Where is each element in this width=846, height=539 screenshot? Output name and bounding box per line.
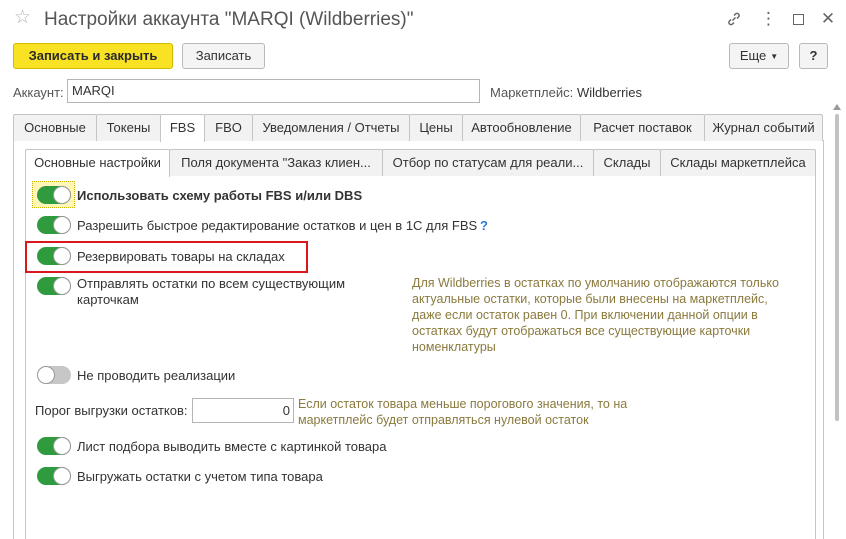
account-input[interactable]: MARQI <box>67 79 480 103</box>
subtab-order-fields[interactable]: Поля документа "Заказ клиен... <box>169 149 383 176</box>
no-sales-label: Не проводить реализации <box>77 368 236 383</box>
stock-by-type-label: Выгружать остатки с учетом типа товара <box>77 469 323 484</box>
tab-fbo[interactable]: FBO <box>204 114 253 141</box>
note-line: Для Wildberries в остатках по умолчанию … <box>412 276 779 290</box>
note-line: номенклатуры <box>412 340 496 354</box>
tab-fbs[interactable]: FBS <box>160 114 205 142</box>
star-icon[interactable]: ☆ <box>14 8 31 27</box>
send-all-note: Для Wildberries в остатках по умолчанию … <box>412 275 779 355</box>
tab-main[interactable]: Основные <box>13 114 97 141</box>
account-label: Аккаунт: <box>13 85 64 100</box>
close-icon[interactable]: ✕ <box>818 9 838 29</box>
tab-supply-calc[interactable]: Расчет поставок <box>580 114 705 141</box>
save-button[interactable]: Записать <box>182 43 265 69</box>
send-all-label-cont: карточкам <box>77 292 139 307</box>
tab-notifications[interactable]: Уведомления / Отчеты <box>252 114 410 141</box>
threshold-label: Порог выгрузки остатков: <box>35 403 188 418</box>
marketplace-value: Wildberries <box>577 85 643 100</box>
pick-list-image-toggle[interactable] <box>37 437 71 455</box>
note-line: даже если остаток равен 0. При включении… <box>412 308 758 322</box>
subtab-main-settings[interactable]: Основные настройки <box>25 149 170 177</box>
tab-event-log[interactable]: Журнал событий <box>704 114 823 141</box>
link-icon[interactable] <box>724 9 744 29</box>
pick-list-image-label: Лист подбора выводить вместе с картинкой… <box>77 439 387 454</box>
stock-by-type-toggle[interactable] <box>37 467 71 485</box>
subtab-warehouses[interactable]: Склады <box>593 149 661 176</box>
tab-autoupdate[interactable]: Автообновление <box>462 114 581 141</box>
note-line: остатках будут отображаться все существу… <box>412 324 751 338</box>
quick-edit-label: Разрешить быстрое редактирование остатко… <box>77 218 478 233</box>
use-fbs-toggle[interactable] <box>37 186 71 204</box>
send-all-label: Отправлять остатки по всем существующим <box>77 276 346 291</box>
help-link[interactable]: ? <box>480 218 488 233</box>
help-button[interactable]: ? <box>799 43 828 69</box>
save-and-close-button[interactable]: Записать и закрыть <box>13 43 173 69</box>
tab-tokens[interactable]: Токены <box>96 114 161 141</box>
no-sales-toggle[interactable] <box>37 366 71 384</box>
reserve-toggle[interactable] <box>37 247 71 265</box>
reserve-label: Резервировать товары на складах <box>77 249 285 264</box>
note-line: маркетплейс будет отправляться нулевой о… <box>298 413 589 427</box>
window-title: Настройки аккаунта "MARQI (Wildberries)" <box>44 9 414 30</box>
more-icon[interactable]: ⋮ <box>758 9 778 29</box>
quick-edit-toggle[interactable] <box>37 216 71 234</box>
subtab-marketplace-warehouses[interactable]: Склады маркетплейса <box>660 149 816 176</box>
use-fbs-label: Использовать схему работы FBS и/или DBS <box>77 188 363 203</box>
marketplace-label: Маркетплейс: <box>490 85 574 100</box>
note-line: актуальные остатки, которые были внесены… <box>412 292 768 306</box>
more-button-label: Еще <box>739 48 767 63</box>
threshold-note: Если остаток товара меньше порогового зн… <box>298 396 627 428</box>
threshold-input[interactable]: 0 <box>192 398 294 423</box>
caret-down-icon: ▼ <box>770 51 779 61</box>
send-all-toggle[interactable] <box>37 277 71 295</box>
note-line: Если остаток товара меньше порогового зн… <box>298 397 628 411</box>
tab-prices[interactable]: Цены <box>409 114 463 141</box>
scroll-up-icon[interactable] <box>833 104 841 110</box>
subtab-status-filter[interactable]: Отбор по статусам для реали... <box>382 149 594 176</box>
more-menu-button[interactable]: Еще ▼ <box>729 43 789 69</box>
title-bar: ☆ Настройки аккаунта "MARQI (Wildberries… <box>0 0 846 38</box>
scrollbar[interactable] <box>835 114 839 421</box>
maximize-icon[interactable] <box>788 9 808 29</box>
